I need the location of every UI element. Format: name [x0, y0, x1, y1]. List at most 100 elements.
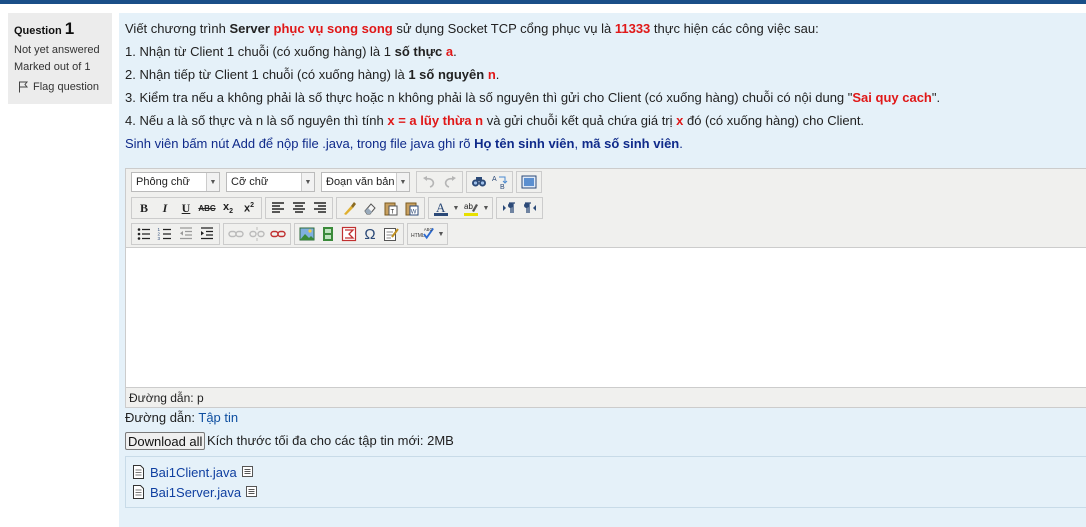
font-size-select[interactable]: Cỡ chữ ▼ [226, 172, 315, 192]
text-bold: mã số sinh viên [581, 136, 680, 151]
chevron-down-icon[interactable]: ▼ [437, 231, 445, 238]
spellcheck-button[interactable]: HTML ABC [410, 224, 436, 244]
ltr-icon [503, 202, 515, 213]
align-left-button[interactable] [268, 198, 288, 218]
question-label: Question [14, 25, 62, 37]
chevron-down-icon: ▼ [301, 173, 314, 191]
text-bold: Họ tên sinh viên [474, 136, 575, 151]
fullscreen-button[interactable] [519, 172, 539, 192]
link-group [223, 223, 291, 245]
text-fragment: sử dụng Socket TCP cổng phục vụ là [392, 21, 615, 36]
redo-button[interactable] [440, 172, 460, 192]
filemanager-path-link[interactable]: Tập tin [198, 410, 238, 425]
search-group: AB [466, 171, 513, 193]
highlight-color-button[interactable]: ab [461, 198, 481, 218]
subscript-button[interactable]: x2 [218, 198, 238, 218]
question-line-3: 2. Nhận tiếp từ Client 1 chuỗi (có xuống… [125, 63, 1080, 86]
numbered-list-button[interactable]: 123 [155, 224, 175, 244]
nolink-button[interactable] [268, 224, 288, 244]
svg-text:A: A [436, 200, 446, 215]
chevron-down-icon[interactable]: ▼ [482, 205, 490, 212]
remove-format-icon [364, 203, 376, 215]
chevron-down-icon: ▼ [206, 173, 219, 191]
replace-button[interactable]: AB [490, 172, 510, 192]
text-highlight: x = a lũy thừa n [387, 113, 484, 128]
question-formulation: Viết chương trình Server phục vụ song so… [119, 13, 1086, 527]
file-name[interactable]: Bai1Client.java [150, 465, 237, 480]
question-text: Viết chương trình Server phục vụ song so… [119, 13, 1086, 159]
text-fragment: 2. Nhận tiếp từ Client 1 chuỗi (có xuống… [125, 67, 409, 82]
chevron-down-icon[interactable]: ▼ [452, 205, 460, 212]
direction-group [496, 197, 543, 219]
insert-group: Ω [294, 223, 404, 245]
text-fragment: 4. Nếu a là số thực và n là số nguyên th… [125, 113, 388, 128]
file-list: Bai1Client.java Bai1Server.java [125, 456, 1086, 508]
editor-content-area[interactable] [126, 247, 1086, 388]
paste-text-button[interactable]: T [381, 198, 401, 218]
source-edit-button[interactable] [381, 224, 401, 244]
special-char-icon: Ω [364, 225, 376, 243]
superscript-button[interactable]: x2 [239, 198, 259, 218]
indent-button[interactable] [197, 224, 217, 244]
flag-question-button[interactable]: Flag question [14, 81, 106, 93]
download-all-button[interactable]: Download all [125, 432, 206, 450]
font-family-select[interactable]: Phông chữ ▼ [131, 172, 220, 192]
svg-text:W: W [411, 210, 417, 216]
text-fragment: Sinh viên bấm nút Add để nộp file .java,… [125, 136, 475, 151]
text-fragment: đó (có xuống hàng) cho Client. [683, 113, 865, 128]
file-item[interactable]: Bai1Server.java [132, 482, 1086, 502]
clipboard-group: T W [336, 197, 425, 219]
flag-icon [19, 81, 29, 93]
special-char-button[interactable]: Ω [360, 224, 380, 244]
link-icon [228, 230, 244, 238]
file-menu-button[interactable] [246, 485, 258, 500]
cleanup-button[interactable] [339, 198, 359, 218]
chevron-down-icon: ▼ [396, 173, 409, 191]
strikethrough-button[interactable]: ABC [197, 198, 217, 218]
search-button[interactable] [469, 172, 489, 192]
text-fragment: ". [931, 90, 941, 105]
align-right-icon [314, 202, 326, 213]
text-highlight: n [487, 67, 496, 82]
undo-button[interactable] [419, 172, 439, 192]
bullet-list-button[interactable] [134, 224, 154, 244]
svg-text:3: 3 [158, 236, 161, 241]
nolink-icon [270, 230, 286, 238]
svg-text:HTML: HTML [411, 233, 425, 239]
ltr-button[interactable] [499, 198, 519, 218]
rtl-button[interactable] [520, 198, 540, 218]
superscript-icon: x2 [243, 201, 255, 215]
image-button[interactable] [297, 224, 317, 244]
file-icon [133, 485, 144, 499]
underline-button[interactable]: U [176, 198, 196, 218]
svg-text:A: A [492, 176, 497, 183]
list-group: 123 [131, 223, 220, 245]
spellcheck-group: HTML ABC ▼ [407, 223, 448, 245]
toolbar-row-1: Phông chữ ▼ Cỡ chữ ▼ Đoạn văn bản ▼ AB [126, 169, 1086, 195]
format-value: Đoạn văn bản [326, 176, 395, 188]
equation-button[interactable] [339, 224, 359, 244]
remove-format-button[interactable] [360, 198, 380, 218]
align-center-button[interactable] [289, 198, 309, 218]
paste-word-button[interactable]: W [402, 198, 422, 218]
italic-button[interactable]: I [155, 198, 175, 218]
spellcheck-icon: HTMLABC [411, 227, 434, 240]
align-center-icon [293, 202, 305, 213]
file-menu-button[interactable] [241, 465, 253, 480]
source-edit-icon [384, 228, 399, 241]
media-icon [323, 227, 333, 241]
file-item[interactable]: Bai1Client.java [132, 462, 1086, 482]
outdent-button[interactable] [176, 224, 196, 244]
format-select[interactable]: Đoạn văn bản ▼ [321, 172, 410, 192]
subscript-icon: x2 [222, 200, 234, 216]
text-color-button[interactable]: A [431, 198, 451, 218]
unlink-button[interactable] [247, 224, 267, 244]
question-state: Not yet answered [14, 44, 100, 56]
redo-icon [444, 176, 456, 188]
media-button[interactable] [318, 224, 338, 244]
bold-button[interactable]: B [134, 198, 154, 218]
text-bold: số thực [394, 44, 443, 59]
align-right-button[interactable] [310, 198, 330, 218]
link-button[interactable] [226, 224, 246, 244]
file-name[interactable]: Bai1Server.java [150, 485, 241, 500]
